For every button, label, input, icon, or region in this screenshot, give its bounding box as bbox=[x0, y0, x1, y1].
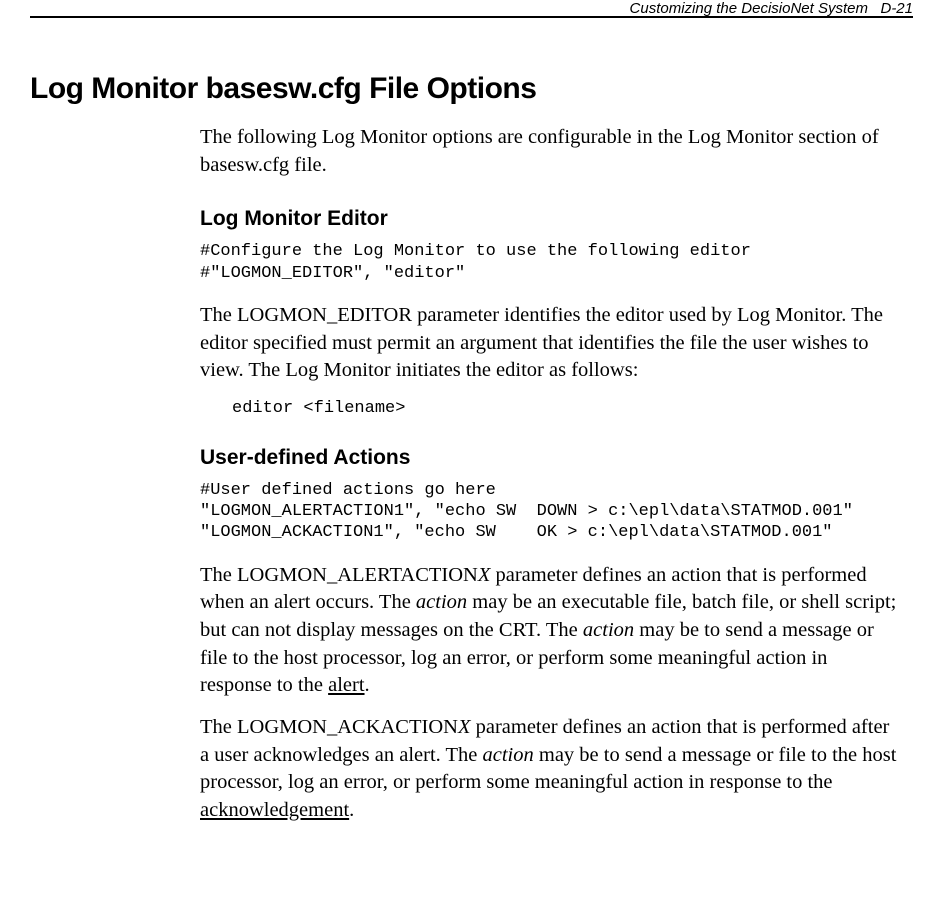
main-heading: Log Monitor basesw.cfg File Options bbox=[30, 72, 901, 106]
page-header: Customizing the DecisioNet System D-21 bbox=[630, 0, 913, 17]
section-heading-actions: User-defined Actions bbox=[200, 446, 901, 470]
header-rule bbox=[30, 16, 913, 18]
content-area: Log Monitor basesw.cfg File Options The … bbox=[30, 72, 901, 839]
editor-description: The LOGMON_EDITOR parameter identifies t… bbox=[200, 302, 901, 385]
intro-paragraph: The following Log Monitor options are co… bbox=[200, 124, 901, 179]
header-title: Customizing the DecisioNet System bbox=[630, 0, 868, 17]
page-number: D-21 bbox=[880, 0, 913, 17]
alertaction-paragraph: The LOGMON_ALERTACTIONX parameter define… bbox=[200, 562, 901, 700]
code-block-editor: #Configure the Log Monitor to use the fo… bbox=[200, 241, 901, 284]
section-heading-editor: Log Monitor Editor bbox=[200, 207, 901, 231]
code-block-actions: #User defined actions go here "LOGMON_AL… bbox=[200, 480, 901, 544]
code-editor-usage: editor <filename> bbox=[232, 399, 901, 418]
body-block: The following Log Monitor options are co… bbox=[200, 124, 901, 825]
ackaction-paragraph: The LOGMON_ACKACTIONX parameter defines … bbox=[200, 714, 901, 825]
